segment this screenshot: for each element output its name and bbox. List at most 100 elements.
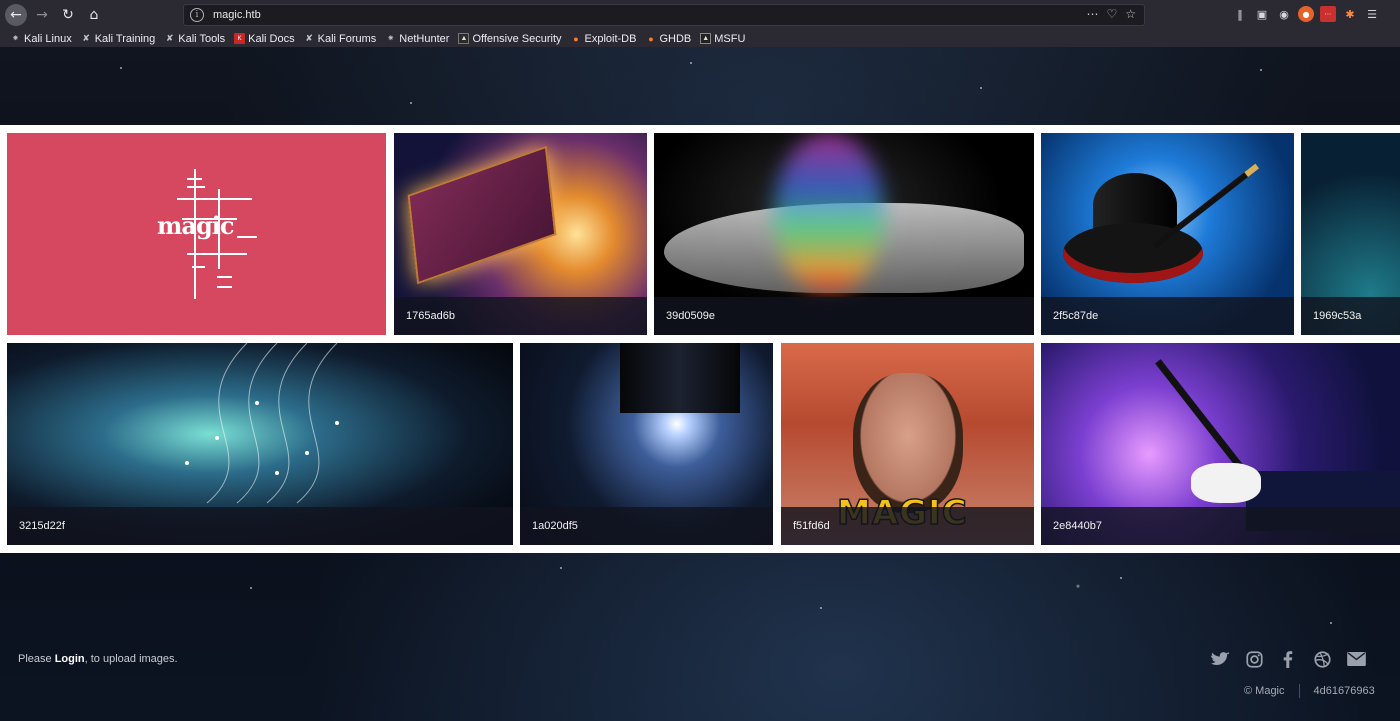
star [980,87,982,89]
bookmark-msfu[interactable]: ▲ MSFU [700,33,745,45]
bookmark-exploit-db[interactable]: ● Exploit-DB [571,32,637,45]
page-background: magic 1765ad6b 39d0509e 2f5c87de 1969c53… [0,47,1400,721]
kali-dragon-icon: ✘ [165,33,174,43]
bookmark-kali-forums[interactable]: ✘ Kali Forums [304,32,377,45]
login-prompt: Please Login, to upload images. [18,653,178,665]
menu-icon[interactable]: ☰ [1364,6,1380,22]
copyright-text: © Magic [1244,685,1285,697]
bookmark-kali-linux[interactable]: ⁕ Kali Linux [10,33,72,45]
wand-illustration [1155,359,1247,474]
kali-dragon-icon: ✘ [305,33,313,43]
social-links [1210,650,1366,668]
footer-divider [1298,684,1300,698]
bookmark-label: GHDB [659,32,692,45]
gallery-tile[interactable]: MAGIC f51fd6d [781,343,1034,545]
footer-copyright: © Magic 4d61676963 [1244,684,1375,698]
gallery-tile[interactable]: 3215d22f [7,343,513,545]
ghdb-icon: ● [648,33,654,44]
bookmark-label: Kali Docs [248,32,295,45]
bookmark-nethunter[interactable]: ⁕ NetHunter [385,33,449,45]
tile-caption: 39d0509e [654,297,1034,335]
suit-illustration [620,343,740,413]
forward-arrow-icon[interactable]: → [31,4,53,26]
star [250,587,252,589]
library-icon[interactable]: ‖ [1232,6,1248,22]
image-gallery: magic 1765ad6b 39d0509e 2f5c87de 1969c53… [0,125,1400,553]
bookmarks-bar: ⁕ Kali Linux ✘ Kali Training ✘ Kali Tools K… [0,30,1400,47]
tile-caption: 1765ad6b [394,297,647,335]
extension-icon[interactable]: ● [1298,6,1314,22]
site-info-icon[interactable]: i [190,8,204,22]
footer-code: 4d61676963 [1313,685,1375,697]
gallery-tile-logo[interactable]: magic [7,133,386,335]
login-prefix-text: Please [18,653,55,665]
sidebar-icon[interactable]: ▣ [1254,6,1270,22]
gallery-tile[interactable]: 2f5c87de [1041,133,1294,335]
bookmark-offensive-security[interactable]: ▲ Offensive Security [458,32,562,45]
kali-docs-icon: K [234,33,246,44]
star [1120,577,1122,579]
glove-illustration [1191,463,1261,503]
kali-dragon-icon: ⁕ [11,33,20,43]
person-illustration [853,373,963,513]
login-suffix-text: , to upload images. [84,653,178,665]
star [560,567,562,569]
tile-caption: 1a020df5 [520,507,773,545]
star [690,62,692,64]
gallery-tile[interactable]: 1a020df5 [520,343,773,545]
foxyproxy-icon[interactable]: ✱ [1342,6,1358,22]
bookmark-label: Kali Tools [178,32,226,45]
star [820,607,822,609]
msfu-icon: ▲ [700,33,712,44]
bookmark-label: Kali Forums [317,32,377,45]
logo-wordmark: magic [157,211,234,240]
bookmark-label: Exploit-DB [584,32,637,45]
gallery-tile[interactable]: 1765ad6b [394,133,647,335]
tile-caption: 2e8440b7 [1041,507,1400,545]
twitter-icon[interactable] [1210,650,1230,668]
nethunter-icon: ⁕ [387,33,395,43]
bookmark-label: MSFU [714,32,746,45]
hat-brim-illustration [1063,223,1203,283]
bookmark-kali-docs[interactable]: K Kali Docs [234,32,295,45]
exploitdb-icon: ● [573,33,579,44]
tile-caption: 1969c53a [1301,297,1400,335]
pocket-icon[interactable]: ♡ [1106,7,1117,21]
reload-icon[interactable]: ↻ [57,4,79,26]
bookmark-label: Kali Training [94,32,156,45]
url-text[interactable]: magic.htb [213,9,261,21]
bookmark-kali-training[interactable]: ✘ Kali Training [81,32,156,45]
gallery-tile[interactable]: 1969c53a [1301,133,1400,335]
address-bar[interactable]: i magic.htb ⋯ ♡ ☆ [183,4,1145,26]
bookmark-label: Offensive Security [472,32,562,45]
facebook-icon[interactable] [1278,650,1298,668]
star [1330,622,1332,624]
back-arrow-icon[interactable]: ← [5,4,27,26]
bookmark-ghdb[interactable]: ● GHDB [645,33,691,45]
page-actions-icon[interactable]: ⋯ [1086,7,1098,21]
tile-caption: 2f5c87de [1041,297,1294,335]
gallery-tile[interactable]: 39d0509e [654,133,1034,335]
mail-icon[interactable] [1346,650,1366,668]
bookmark-label: Kali Linux [24,32,72,45]
extension-red-icon[interactable]: ⋯ [1320,6,1336,22]
star [120,67,122,69]
bookmark-kali-tools[interactable]: ✘ Kali Tools [164,33,225,45]
offsec-icon: ▲ [458,33,470,44]
login-link[interactable]: Login [55,653,85,665]
smoke-illustration [774,133,884,293]
tile-caption: 3215d22f [7,507,513,545]
browser-toolbar: ← → ↻ ⌂ i magic.htb ⋯ ♡ ☆ ‖ ▣ ◉ ● ⋯ ✱ ☰ [0,0,1400,30]
book-illustration [407,145,557,285]
kali-dragon-icon: ✘ [82,33,90,43]
bookmark-star-icon[interactable]: ☆ [1125,7,1136,21]
bookmark-label: NetHunter [399,32,450,45]
star [410,102,412,104]
home-icon[interactable]: ⌂ [83,4,105,26]
light-streaks-illustration [185,343,339,504]
account-icon[interactable]: ◉ [1276,6,1292,22]
dribbble-icon[interactable] [1312,650,1332,668]
gallery-tile[interactable]: 2e8440b7 [1041,343,1400,545]
instagram-icon[interactable] [1244,650,1264,668]
star [1260,69,1262,71]
